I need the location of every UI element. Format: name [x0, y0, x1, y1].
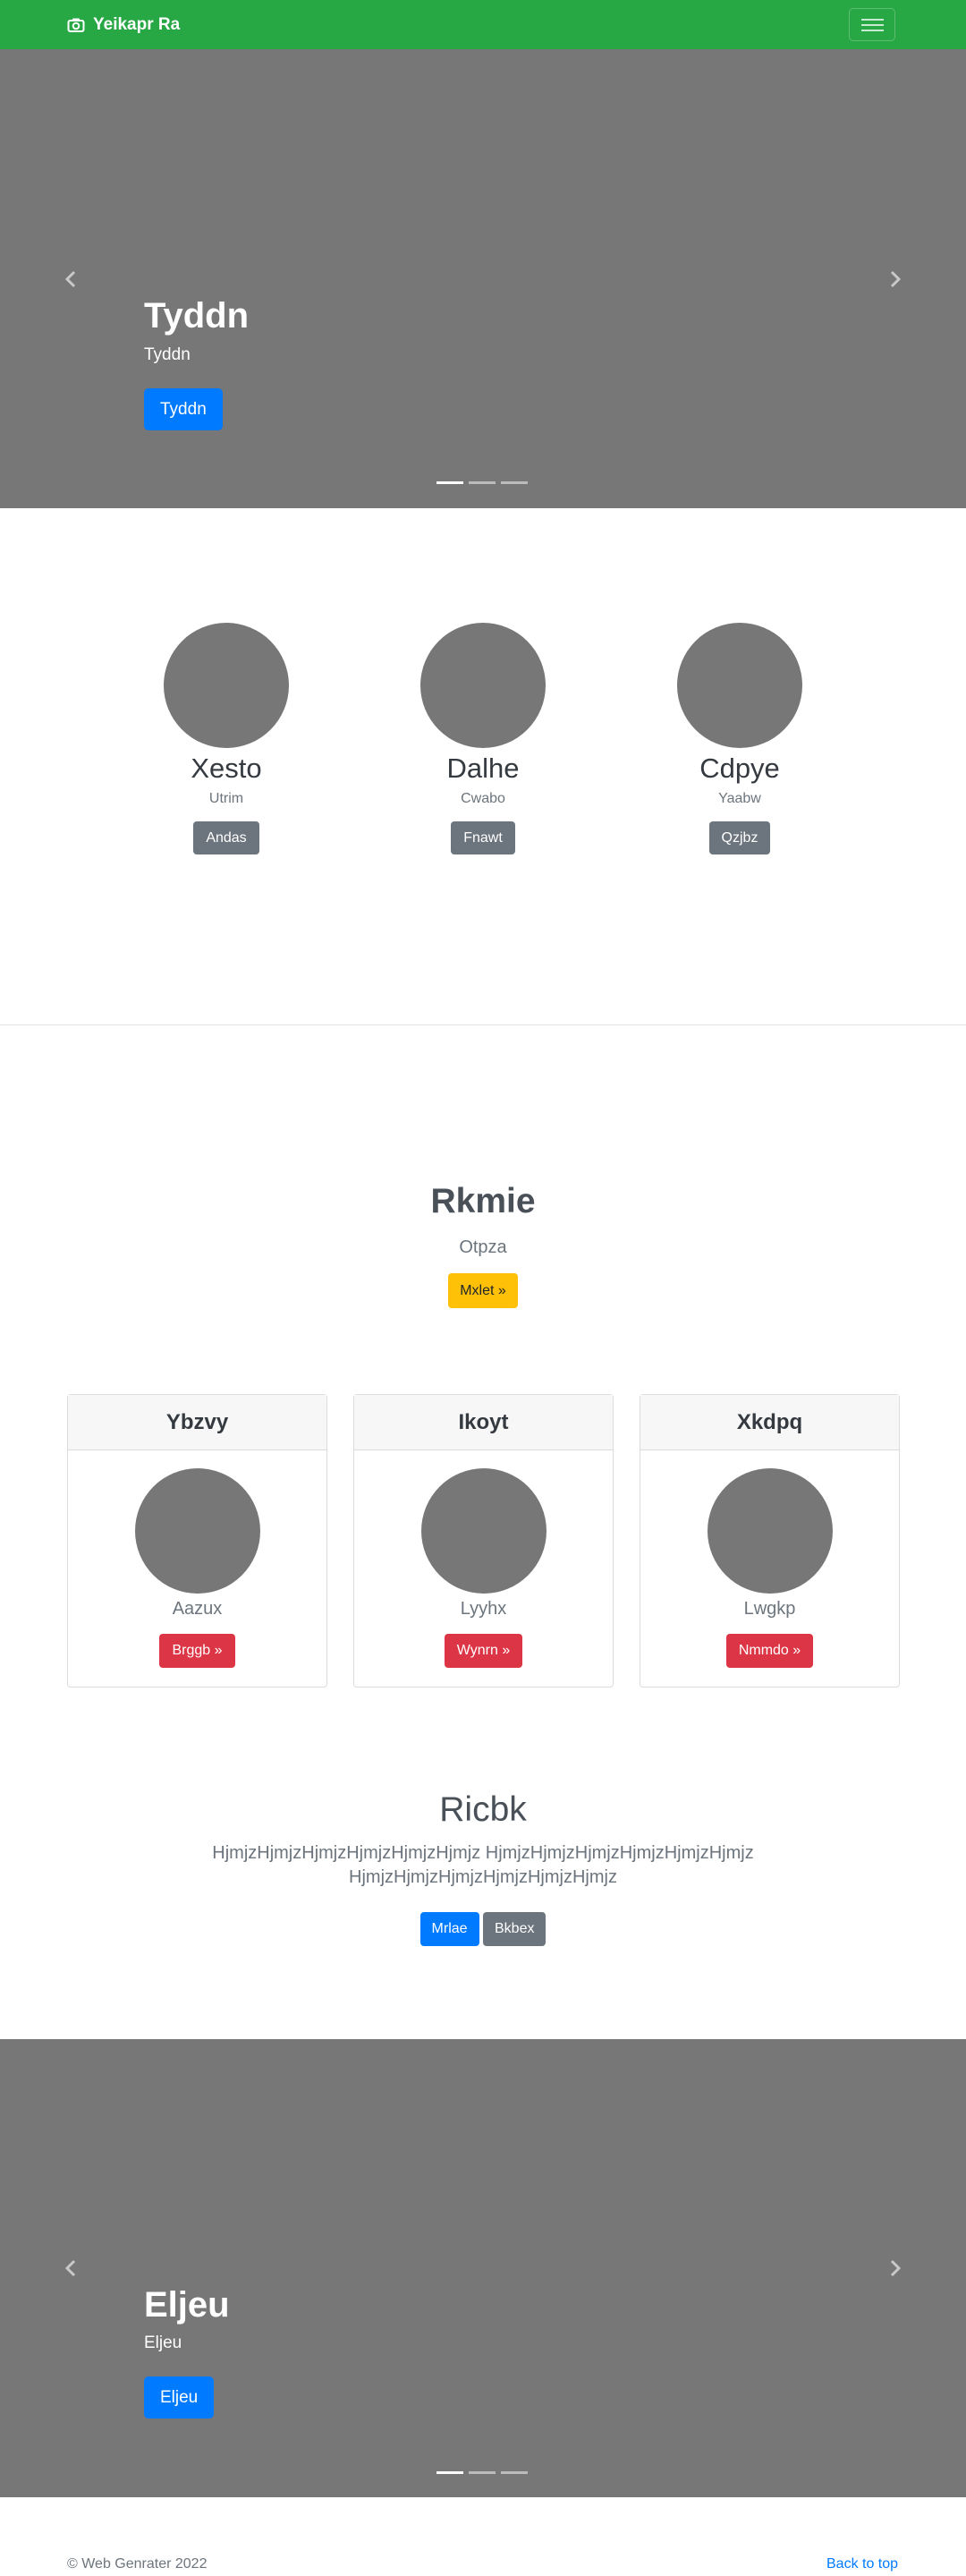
team-member-role: Utrim — [208, 791, 244, 806]
card-label: Lwgkp — [743, 1599, 796, 1619]
carousel-indicators — [436, 2471, 528, 2474]
carousel-subtitle: Eljeu — [144, 2334, 182, 2352]
avatar-placeholder — [164, 623, 289, 748]
carousel-indicators — [436, 481, 528, 484]
back-to-top-link[interactable]: Back to top — [826, 2555, 898, 2573]
card-button[interactable]: Nmmdo » — [725, 1634, 814, 1668]
card-header: Ybzvy — [68, 1395, 326, 1450]
card: Ybzvy Aazux Brggb » — [67, 1394, 327, 1688]
navbar: Yeikapr Ra — [0, 0, 966, 49]
camera-icon — [67, 18, 85, 32]
carousel-indicator[interactable] — [469, 2471, 496, 2474]
team-member-name: Cdpye — [699, 752, 780, 784]
jumbotron-title: Ricbk — [439, 1790, 527, 1829]
team-member: Dalhe Cwabo Fnawt — [376, 623, 590, 854]
navbar-toggler-button[interactable] — [849, 8, 895, 41]
jumbotron-primary-button[interactable]: Mrlae — [419, 1912, 479, 1946]
hamburger-line — [861, 24, 884, 26]
feature-subtitle: Otpza — [459, 1237, 507, 1257]
bottom-carousel: Eljeu Eljeu Eljeu — [0, 2039, 966, 2497]
card-image-placeholder — [134, 1468, 260, 1594]
avatar-placeholder — [420, 623, 546, 748]
team-member-button[interactable]: Fnawt — [451, 821, 515, 854]
hero-carousel: Tyddn Tyddn Tyddn — [0, 49, 966, 508]
hamburger-line — [861, 30, 884, 31]
feature-button[interactable]: Mxlet » — [448, 1273, 518, 1308]
card-button[interactable]: Wynrn » — [444, 1634, 523, 1668]
section-divider — [0, 1024, 966, 1025]
feature-button-wrap: Mxlet » — [0, 1273, 966, 1308]
card-label: Aazux — [172, 1599, 223, 1619]
card-header: Ikoyt — [354, 1395, 613, 1450]
team-member-button[interactable]: Qzjbz — [708, 821, 771, 854]
card-image-placeholder — [420, 1468, 547, 1594]
carousel-indicator[interactable] — [436, 481, 463, 484]
feature-title: Rkmie — [430, 1182, 536, 1220]
carousel-title: Eljeu — [144, 2285, 230, 2325]
carousel-indicator[interactable] — [469, 481, 496, 484]
card-header: Xkdpq — [640, 1395, 899, 1450]
hero-button[interactable]: Tyddn — [144, 388, 223, 430]
team-member: Xesto Utrim Andas — [119, 623, 334, 854]
carousel-indicator[interactable] — [501, 2471, 528, 2474]
card-button[interactable]: Brggb » — [159, 1634, 235, 1668]
carousel-indicator[interactable] — [436, 2471, 463, 2474]
carousel-indicator[interactable] — [501, 481, 528, 484]
team-member-name: Xesto — [191, 752, 262, 784]
team-member-name: Dalhe — [446, 752, 520, 784]
card: Ikoyt Lyyhx Wynrn » — [353, 1394, 614, 1688]
hero-subtitle: Tyddn — [144, 345, 191, 364]
hamburger-icon — [861, 19, 884, 21]
team-member: Cdpye Yaabw Qzjbz — [632, 623, 847, 854]
card-image-placeholder — [707, 1468, 833, 1594]
team-member-button[interactable]: Andas — [193, 821, 259, 854]
card-label: Lyyhx — [460, 1599, 507, 1619]
hero-title: Tyddn — [144, 296, 250, 336]
carousel-next-icon[interactable] — [886, 2259, 903, 2277]
carousel-next-icon[interactable] — [886, 270, 903, 288]
jumbotron-buttons: Mrlae Bkbex — [0, 1912, 966, 1946]
footer-copyright: © Web Genrater 2022 — [67, 2556, 208, 2572]
brand-name: Yeikapr Ra — [93, 15, 181, 34]
jumbotron-text-line: HjmjzHjmjzHjmjzHjmjzHjmjzHjmjz — [349, 1867, 617, 1887]
jumbotron-secondary-button[interactable]: Bkbex — [483, 1912, 547, 1946]
avatar-placeholder — [677, 623, 802, 748]
card: Xkdpq Lwgkp Nmmdo » — [640, 1394, 900, 1688]
team-member-role: Cwabo — [461, 791, 505, 806]
carousel-prev-icon[interactable] — [63, 270, 80, 288]
carousel-button[interactable]: Eljeu — [144, 2376, 215, 2419]
team-member-role: Yaabw — [718, 791, 761, 806]
brand-link[interactable]: Yeikapr Ra — [67, 13, 180, 37]
carousel-prev-icon[interactable] — [63, 2259, 80, 2277]
jumbotron-text-line: HjmjzHjmjzHjmjzHjmjzHjmjzHjmjz HjmjzHjmj… — [212, 1843, 754, 1863]
